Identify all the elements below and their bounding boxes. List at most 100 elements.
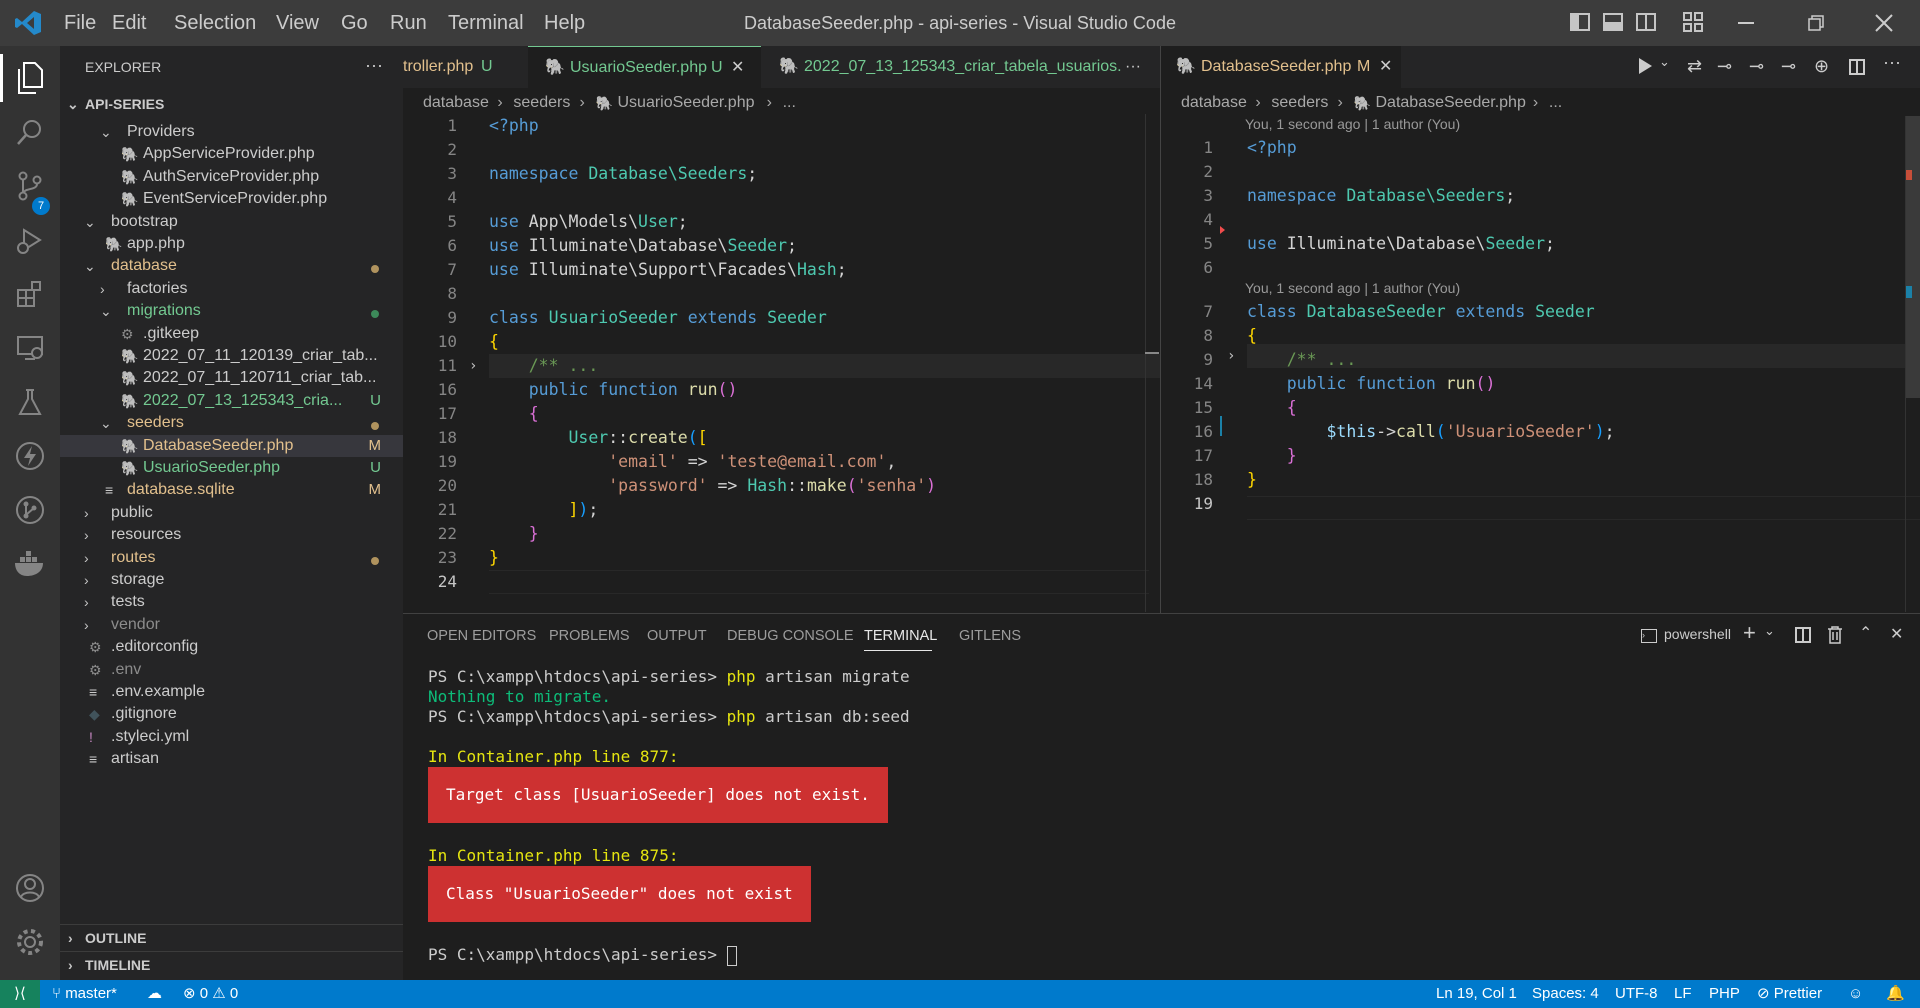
- tree-item[interactable]: ◆ .gitignore: [60, 703, 403, 725]
- tab-migration[interactable]: 🐘 2022_07_13_125343_criar_tabela_usuario…: [761, 46, 1121, 88]
- tree-item[interactable]: 🐘 app.php: [60, 233, 403, 255]
- end-of-line[interactable]: LF: [1674, 980, 1692, 1008]
- tab-open-editors[interactable]: OPEN EDITORS: [427, 614, 536, 658]
- close-window-icon[interactable]: [1875, 14, 1893, 32]
- tree-item[interactable]: 🐘 2022_07_13_125343_cria... U: [60, 390, 403, 412]
- run-dropdown-icon[interactable]: ⌄: [1659, 54, 1670, 70]
- split-terminal-icon[interactable]: [1795, 627, 1811, 643]
- terminal-dropdown-icon[interactable]: ⌄: [1764, 623, 1775, 639]
- testing-icon[interactable]: [10, 382, 50, 422]
- fold-chevron-icon[interactable]: ›: [469, 354, 477, 378]
- compare-changes-icon[interactable]: ⇄: [1687, 56, 1702, 77]
- extensions-icon[interactable]: [10, 274, 50, 314]
- feedback-icon[interactable]: ☺: [1848, 980, 1863, 1008]
- left-code-editor[interactable]: 1 2 3 4 5 6 7 8 9 10 11 16 17 18 19 20 21 22 23 24 › <?php …: [403, 114, 1160, 612]
- manage-gear-icon[interactable]: [10, 922, 50, 962]
- minimize-icon[interactable]: [1738, 22, 1754, 24]
- trash-icon[interactable]: [1827, 626, 1843, 644]
- prettier-status[interactable]: ⊘ Prettier: [1757, 980, 1822, 1008]
- account-icon[interactable]: [10, 868, 50, 908]
- customize-layout-icon[interactable]: [1683, 12, 1703, 32]
- indentation[interactable]: Spaces: 4: [1532, 980, 1599, 1008]
- timeline-commit-icon[interactable]: ⊸: [1717, 56, 1732, 77]
- tab-debug-console[interactable]: DEBUG CONSOLE: [727, 614, 854, 658]
- run-debug-icon[interactable]: [10, 220, 50, 260]
- codelens-blame[interactable]: You, 1 second ago | 1 author (You): [1245, 116, 1460, 132]
- shell-name[interactable]: powershell: [1664, 626, 1731, 642]
- tree-item[interactable]: ≡ database.sqlite M: [60, 479, 403, 501]
- restore-icon[interactable]: [1808, 15, 1824, 31]
- tree-item[interactable]: › vendor: [60, 614, 403, 636]
- breadcrumb-item[interactable]: database: [1181, 88, 1247, 118]
- tree-item[interactable]: 🐘 2022_07_11_120139_criar_tab...: [60, 345, 403, 367]
- tree-item[interactable]: ⚙ .env: [60, 659, 403, 681]
- run-file-icon[interactable]: [1639, 58, 1652, 74]
- tree-item[interactable]: ⚙ .editorconfig: [60, 636, 403, 658]
- toggle-sidebar-icon[interactable]: [1570, 13, 1590, 31]
- tree-item[interactable]: › routes: [60, 547, 403, 569]
- tree-item[interactable]: › public: [60, 502, 403, 524]
- gitlens-icon[interactable]: ⊕: [1814, 56, 1829, 77]
- explorer-more-actions-icon[interactable]: ···: [365, 46, 383, 88]
- maximize-panel-icon[interactable]: ⌃: [1859, 623, 1872, 643]
- close-tab-icon[interactable]: ✕: [731, 47, 744, 89]
- close-tab-icon[interactable]: ✕: [1379, 46, 1392, 88]
- new-terminal-icon[interactable]: +: [1743, 620, 1756, 646]
- toggle-secondary-sidebar-icon[interactable]: [1636, 13, 1656, 31]
- tab-usuario-seeder[interactable]: 🐘 UsuarioSeeder.php U ✕: [528, 46, 761, 89]
- tree-item[interactable]: 🐘 2022_07_11_120711_criar_tab...: [60, 367, 403, 389]
- breadcrumb-item[interactable]: ...: [1549, 88, 1562, 118]
- next-commit-icon[interactable]: ⊸: [1781, 56, 1796, 77]
- tree-item[interactable]: 🐘 AppServiceProvider.php: [60, 143, 403, 165]
- toggle-panel-icon[interactable]: [1603, 13, 1623, 31]
- tree-item[interactable]: ⌄ migrations: [60, 300, 403, 322]
- outline-section[interactable]: › OUTLINE: [60, 924, 403, 952]
- problems-indicator[interactable]: ⊗ 0 ⚠ 0: [183, 980, 238, 1008]
- tree-item[interactable]: › storage: [60, 569, 403, 591]
- tab-problems[interactable]: PROBLEMS: [549, 614, 630, 658]
- docker-icon[interactable]: [10, 544, 50, 584]
- sync-cloud-icon[interactable]: ☁: [147, 980, 162, 1008]
- tree-item[interactable]: ⌄ bootstrap: [60, 211, 403, 233]
- tree-item[interactable]: 🐘 AuthServiceProvider.php: [60, 166, 403, 188]
- timeline-section[interactable]: › TIMELINE: [60, 951, 403, 979]
- split-editor-icon[interactable]: [1849, 59, 1865, 75]
- tab-output[interactable]: OUTPUT: [647, 614, 707, 658]
- tree-item[interactable]: ≡ artisan: [60, 748, 403, 770]
- tree-item[interactable]: ⌄ database: [60, 255, 403, 277]
- close-panel-icon[interactable]: ✕: [1890, 624, 1903, 644]
- tab-database-seeder[interactable]: 🐘 DatabaseSeeder.php M ✕: [1161, 46, 1401, 88]
- tree-item[interactable]: ≡ .env.example: [60, 681, 403, 703]
- thunder-icon[interactable]: [10, 436, 50, 476]
- git-graph-icon[interactable]: [10, 490, 50, 530]
- tree-item[interactable]: ! .styleci.yml: [60, 726, 403, 748]
- right-code-editor[interactable]: You, 1 second ago | 1 author (You) You, …: [1161, 116, 1920, 612]
- files-icon[interactable]: [10, 58, 50, 98]
- tree-item[interactable]: ⌄ seeders: [60, 412, 403, 434]
- tab-controller[interactable]: troller.php U: [403, 46, 528, 88]
- tabs-more-icon[interactable]: ···: [1125, 46, 1155, 88]
- search-icon[interactable]: [10, 112, 50, 152]
- tab-gitlens[interactable]: GITLENS: [959, 614, 1021, 658]
- more-actions-icon[interactable]: ···: [1883, 52, 1901, 73]
- remote-indicator-icon[interactable]: ⟩⟨: [0, 980, 40, 1008]
- fold-chevron-icon[interactable]: ›: [1227, 344, 1235, 368]
- tree-item[interactable]: 🐘 UsuarioSeeder.php U: [60, 457, 403, 479]
- language-mode[interactable]: PHP: [1709, 980, 1740, 1008]
- tree-item[interactable]: › factories: [60, 278, 403, 300]
- terminal-output[interactable]: PS C:\xampp\htdocs\api-series> php artis…: [403, 654, 1920, 981]
- git-branch[interactable]: ⑂ master*: [52, 980, 117, 1008]
- remote-explorer-icon[interactable]: [10, 328, 50, 368]
- previous-commit-icon[interactable]: ⊸: [1749, 56, 1764, 77]
- breadcrumb-item[interactable]: DatabaseSeeder.php: [1376, 88, 1526, 118]
- cursor-position[interactable]: Ln 19, Col 1: [1436, 980, 1517, 1008]
- project-section-header[interactable]: ⌄ API-SERIES: [60, 91, 403, 118]
- tree-item[interactable]: 🐘 EventServiceProvider.php: [60, 188, 403, 210]
- tree-item[interactable]: 🐘 DatabaseSeeder.php M: [60, 434, 403, 457]
- tree-item[interactable]: › tests: [60, 591, 403, 613]
- tree-item[interactable]: ⌄ Providers: [60, 121, 403, 143]
- encoding[interactable]: UTF-8: [1615, 980, 1658, 1008]
- tree-item[interactable]: ⚙ .gitkeep: [60, 323, 403, 345]
- notifications-bell-icon[interactable]: 🔔: [1886, 980, 1905, 1008]
- tree-item[interactable]: › resources: [60, 524, 403, 546]
